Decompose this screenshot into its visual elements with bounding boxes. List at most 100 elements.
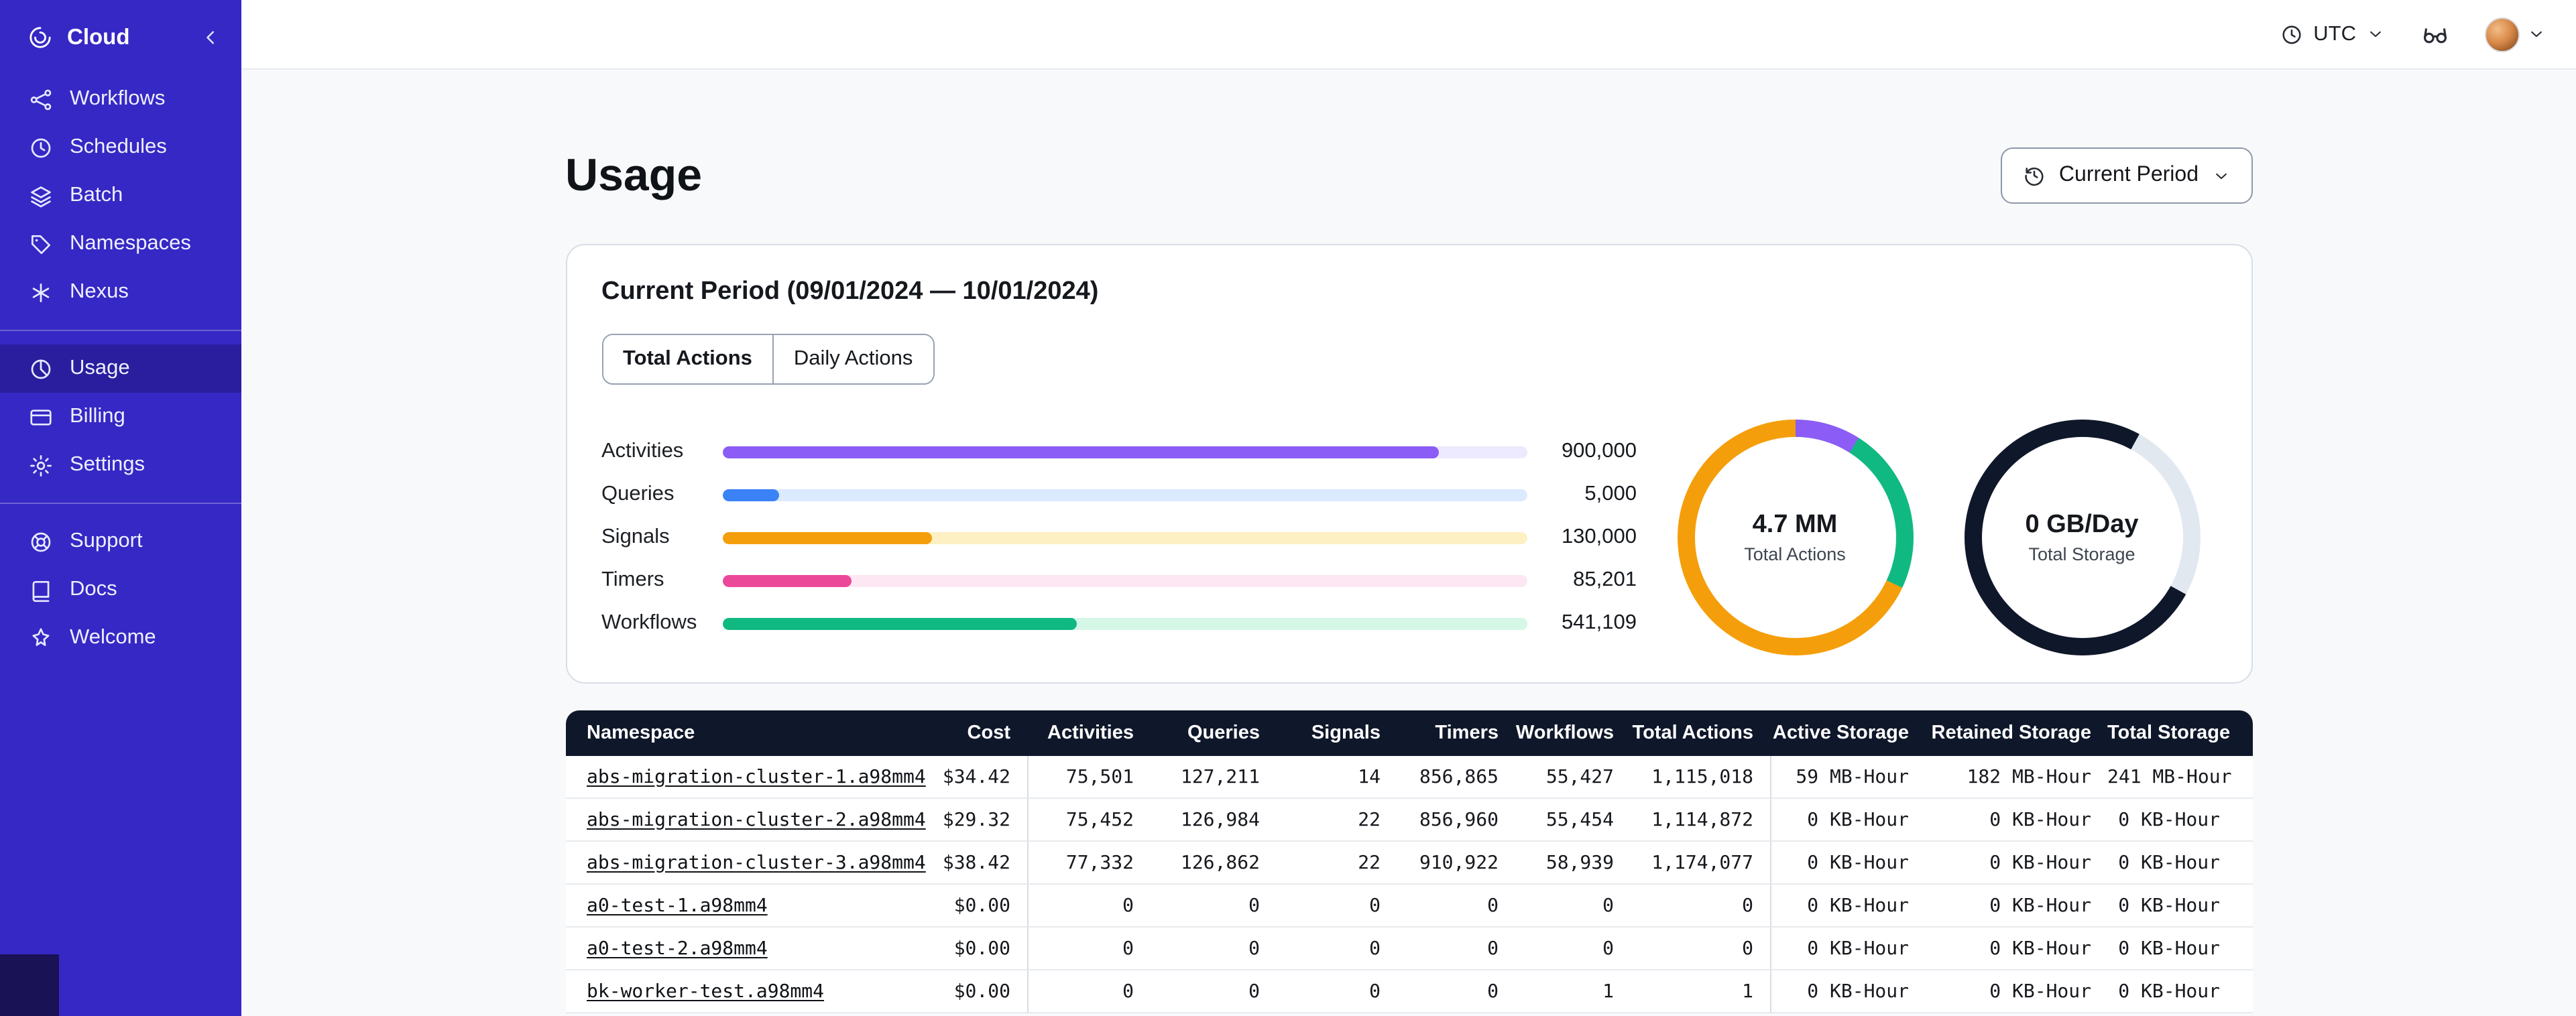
- bar-fill: [722, 531, 931, 544]
- actions-bar-chart: Activities 900,000 Queries 5,000 Signals 130,…: [601, 440, 1637, 635]
- table-cell: 0: [1276, 885, 1397, 928]
- bar-fill: [722, 574, 851, 586]
- table-cell: 1: [1630, 970, 1769, 1013]
- bar-track: [722, 617, 1527, 629]
- timezone-label: UTC: [2313, 22, 2356, 45]
- namespace-cell: abs-migration-cluster-2.a98mm4: [565, 799, 926, 842]
- sidebar-item-usage[interactable]: Usage: [0, 344, 241, 393]
- sidebar-item-settings[interactable]: Settings: [0, 441, 241, 489]
- table-cell: $0.00: [925, 970, 1027, 1013]
- brand-label: Cloud: [67, 25, 130, 49]
- sidebar-collapse-icon[interactable]: [198, 25, 223, 50]
- donut-center-label: Total Actions: [1744, 544, 1846, 564]
- sidebar-item-schedules[interactable]: Schedules: [0, 123, 241, 172]
- topbar: UTC: [241, 0, 2576, 70]
- bar-track: [722, 531, 1527, 544]
- column-header-total-storage: Total Storage: [2107, 710, 2252, 756]
- table-cell: 0: [1397, 970, 1515, 1013]
- table-cell: 0: [1027, 970, 1150, 1013]
- sidebar-nav: Workflows Schedules Batch Namespaces Nexus Us…: [0, 75, 241, 662]
- namespace-link[interactable]: abs-migration-cluster-3.a98mm4: [587, 852, 926, 873]
- temporal-logo-icon: [27, 24, 54, 51]
- sidebar-item-workflows[interactable]: Workflows: [0, 75, 241, 123]
- table-cell: 0 KB-Hour: [1925, 928, 2107, 970]
- bar-value: 5,000: [1584, 483, 1637, 505]
- table-cell: 0 KB-Hour: [2107, 885, 2252, 928]
- glasses-icon[interactable]: [2420, 19, 2450, 49]
- namespace-link[interactable]: a0-test-2.a98mm4: [587, 938, 768, 959]
- table-cell: 0: [1150, 885, 1276, 928]
- sidebar-item-welcome[interactable]: Welcome: [0, 614, 241, 662]
- bar-row: Workflows 541,109: [601, 611, 1637, 635]
- table-cell: 910,922: [1397, 842, 1515, 885]
- bar-track: [722, 574, 1527, 586]
- tab-total-actions[interactable]: Total Actions: [603, 335, 772, 383]
- table-cell: 0: [1630, 928, 1769, 970]
- table-cell: 0 KB-Hour: [1769, 799, 1925, 842]
- period-dropdown-button[interactable]: Current Period: [2001, 147, 2252, 204]
- sidebar-item-billing[interactable]: Billing: [0, 393, 241, 441]
- table-cell: 14: [1276, 756, 1397, 799]
- table-cell: 0 KB-Hour: [1925, 970, 2107, 1013]
- sidebar-item-nexus[interactable]: Nexus: [0, 268, 241, 316]
- settings-icon: [28, 452, 54, 478]
- sidebar-item-batch[interactable]: Batch: [0, 172, 241, 220]
- schedules-icon: [28, 135, 54, 160]
- sidebar-item-namespaces[interactable]: Namespaces: [0, 220, 241, 268]
- column-header-activities: Activities: [1027, 710, 1150, 756]
- table-cell: $38.42: [925, 842, 1027, 885]
- main-area: UTC Usage Current Period Current Period …: [241, 0, 2576, 1016]
- column-header-namespace: Namespace: [565, 710, 925, 756]
- table-cell: 0: [1397, 928, 1515, 970]
- sidebar-item-support[interactable]: Support: [0, 517, 241, 566]
- charts-row: Activities 900,000 Queries 5,000 Signals 130,…: [601, 420, 2216, 655]
- table-cell: 0: [1027, 928, 1150, 970]
- table-cell: 1,114,872: [1630, 799, 1769, 842]
- table-cell: 241 MB-Hour: [2107, 756, 2252, 799]
- table-cell: 0: [1027, 885, 1150, 928]
- table-cell: 0 KB-Hour: [1769, 842, 1925, 885]
- support-icon: [28, 529, 54, 554]
- namespace-link[interactable]: a0-test-1.a98mm4: [587, 895, 768, 916]
- namespace-link[interactable]: bk-worker-test.a98mm4: [587, 980, 824, 1002]
- account-menu[interactable]: [2485, 17, 2546, 52]
- table-cell: 0 KB-Hour: [2107, 842, 2252, 885]
- sidebar-footer-block: [0, 954, 59, 1016]
- timezone-selector[interactable]: UTC: [2280, 22, 2386, 46]
- bar-label: Queries: [601, 483, 675, 505]
- sidebar-divider: [0, 330, 241, 331]
- table-cell: 22: [1276, 799, 1397, 842]
- donut-center-value: 0 GB/Day: [2025, 511, 2139, 539]
- billing-icon: [28, 404, 54, 430]
- chevron-down-icon: [2526, 24, 2546, 44]
- table-cell: 182 MB-Hour: [1925, 756, 2107, 799]
- content-area: Usage Current Period Current Period (09/…: [241, 70, 2576, 1016]
- namespace-cell: bk-worker-test.a98mm4: [565, 970, 925, 1013]
- sidebar-item-label: Usage: [70, 357, 130, 379]
- nexus-icon: [28, 279, 54, 305]
- table-cell: 126,984: [1150, 799, 1276, 842]
- table-cell: 0 KB-Hour: [1769, 885, 1925, 928]
- tab-daily-actions[interactable]: Daily Actions: [772, 335, 933, 383]
- table-cell: 0 KB-Hour: [1925, 799, 2107, 842]
- table-cell: 0: [1276, 970, 1397, 1013]
- namespaces-icon: [28, 231, 54, 257]
- column-header-active-storage: Active Storage: [1769, 710, 1925, 756]
- column-header-workflows: Workflows: [1515, 710, 1630, 756]
- table-cell: 75,452: [1027, 799, 1150, 842]
- bar-label: Signals: [601, 525, 670, 548]
- chevron-down-icon: [2211, 166, 2231, 186]
- bar-value: 541,109: [1561, 611, 1637, 634]
- card-title: Current Period (09/01/2024 — 10/01/2024): [601, 277, 1099, 306]
- sidebar-item-label: Schedules: [70, 135, 167, 158]
- namespace-link[interactable]: abs-migration-cluster-2.a98mm4: [587, 809, 926, 830]
- namespace-link[interactable]: abs-migration-cluster-1.a98mm4: [587, 766, 926, 787]
- bar-track: [722, 489, 1527, 501]
- sidebar-item-docs[interactable]: Docs: [0, 566, 241, 614]
- bar-fill: [722, 446, 1438, 458]
- bar-value: 900,000: [1561, 440, 1637, 462]
- sidebar: Cloud Workflows Schedules Batch Namespaces N…: [0, 0, 241, 1016]
- column-header-signals: Signals: [1276, 710, 1397, 756]
- table-cell: 22: [1276, 842, 1397, 885]
- table-cell: 0 KB-Hour: [1925, 885, 2107, 928]
